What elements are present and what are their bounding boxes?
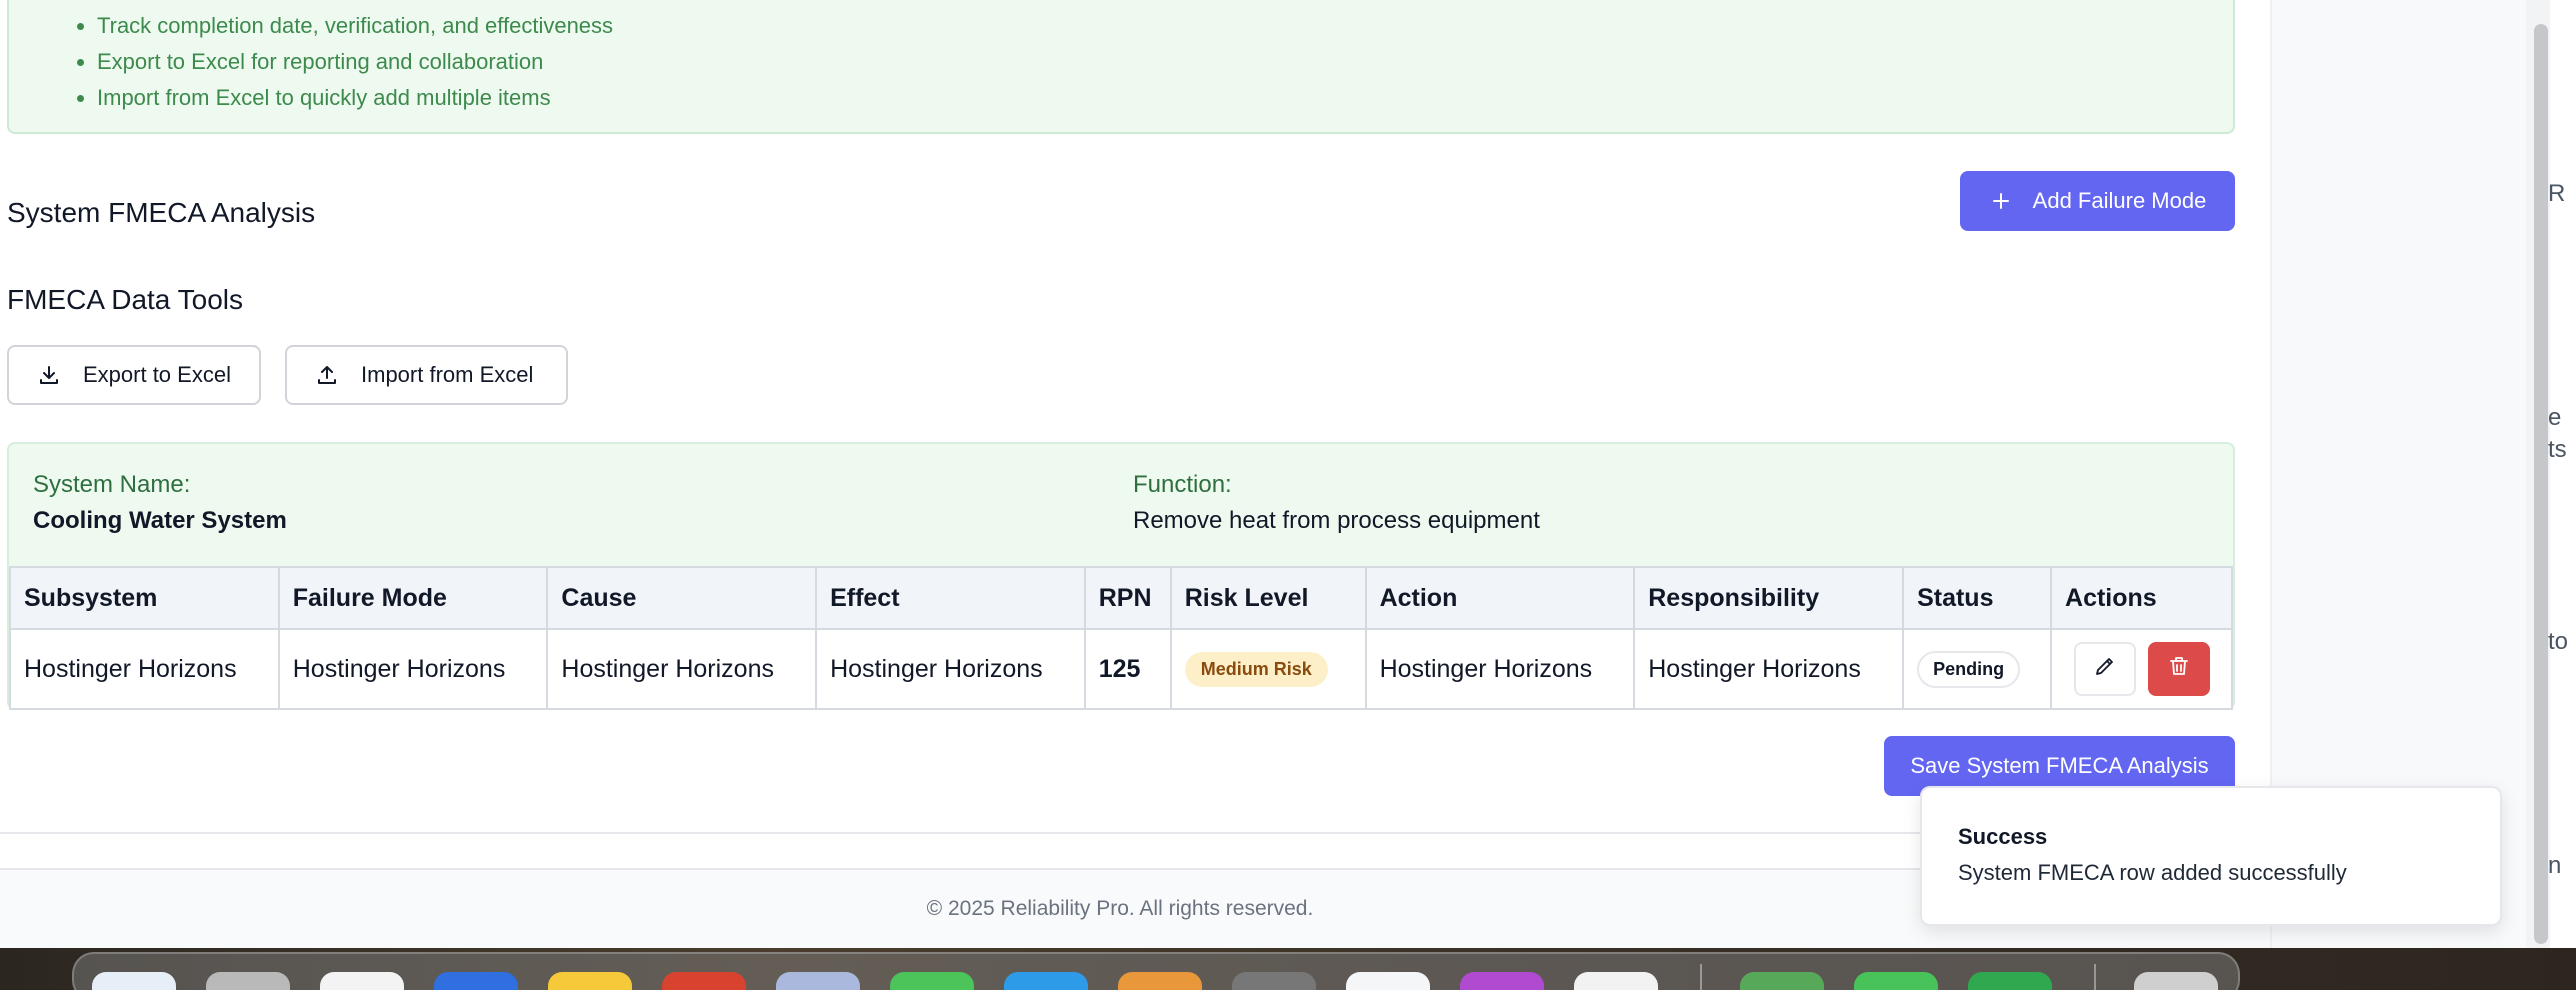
import-excel-label: Import from Excel	[361, 362, 534, 387]
mail-icon[interactable]	[434, 972, 518, 990]
cell-risk-level: Medium Risk	[1169, 628, 1367, 710]
toast-title: Success	[1958, 824, 2048, 849]
plus-icon	[1989, 189, 2013, 213]
success-toast: Success System FMECA row added successfu…	[1920, 786, 2502, 926]
settings-icon[interactable]	[1232, 972, 1316, 990]
pencil-icon	[2093, 654, 2117, 685]
cell-cause: Hostinger Horizons	[546, 628, 818, 710]
messages-icon[interactable]	[890, 972, 974, 990]
cell-responsibility: Hostinger Horizons	[1633, 628, 1905, 710]
status-badge: Pending	[1917, 650, 2021, 688]
calendar-icon[interactable]	[1346, 972, 1430, 990]
header-subsystem: Subsystem	[9, 566, 280, 630]
cell-effect: Hostinger Horizons	[815, 628, 1086, 710]
podcasts-icon[interactable]	[1460, 972, 1544, 990]
delete-button[interactable]	[2147, 642, 2210, 696]
download-icon	[37, 363, 61, 387]
cell-subsystem: Hostinger Horizons	[9, 628, 280, 710]
add-failure-mode-button[interactable]: Add Failure Mode	[1960, 171, 2235, 231]
feature-item: Export to Excel for reporting and collab…	[97, 44, 613, 80]
import-excel-button[interactable]: Import from Excel	[285, 345, 568, 405]
header-responsibility: Responsibility	[1633, 566, 1905, 630]
cell-action: Hostinger Horizons	[1364, 628, 1636, 710]
edge-text: n	[2548, 852, 2562, 879]
cell-status: Pending	[1902, 628, 2053, 710]
analysis-title: System FMECA Analysis	[7, 197, 316, 228]
edit-button[interactable]	[2073, 642, 2136, 696]
feature-list: Track completion date, verification, and…	[97, 8, 613, 116]
facetime-icon[interactable]	[1854, 972, 1938, 990]
trash-icon[interactable]	[2134, 972, 2218, 990]
edge-text: to	[2548, 628, 2569, 655]
feature-info-box: Track completion date, verification, and…	[7, 0, 2235, 134]
header-actions: Actions	[2050, 566, 2233, 630]
header-rpn: RPN	[1083, 566, 1172, 630]
function-value: Remove heat from process equipment	[1133, 507, 1540, 534]
numbers-icon[interactable]	[1968, 972, 2052, 990]
toast-message: System FMECA row added successfully	[1958, 860, 2347, 885]
cell-rpn: 125	[1083, 628, 1172, 710]
row-actions	[2065, 642, 2218, 696]
footer-copyright: © 2025 Reliability Pro. All rights reser…	[926, 897, 1314, 920]
notes-icon[interactable]	[548, 972, 632, 990]
edge-text: e	[2548, 404, 2562, 431]
pages-icon[interactable]	[1118, 972, 1202, 990]
photos-icon[interactable]	[320, 972, 404, 990]
fmeca-table: Subsystem Failure Mode Cause Effect RPN …	[9, 566, 2233, 710]
tools-title: FMECA Data Tools	[7, 284, 244, 315]
edge-text: R	[2548, 180, 2566, 207]
header-cause: Cause	[546, 566, 818, 630]
dock-separator	[2094, 964, 2096, 990]
safari-icon[interactable]	[1574, 972, 1658, 990]
trash-icon	[2167, 654, 2191, 685]
upload-icon	[315, 363, 339, 387]
maps-icon[interactable]	[1740, 972, 1824, 990]
header-status: Status	[1902, 566, 2053, 630]
export-excel-button[interactable]: Export to Excel	[7, 345, 261, 405]
export-excel-label: Export to Excel	[83, 362, 231, 387]
launchpad-icon[interactable]	[206, 972, 290, 990]
chrome-icon[interactable]	[662, 972, 746, 990]
function-label: Function:	[1133, 471, 1232, 498]
dock-separator	[1700, 964, 1702, 990]
appstore-icon[interactable]	[1004, 972, 1088, 990]
header-effect: Effect	[815, 566, 1086, 630]
system-name-label: System Name:	[33, 471, 191, 498]
edge-text: ts	[2548, 436, 2567, 463]
preview-icon[interactable]	[776, 972, 860, 990]
cell-failure-mode: Hostinger Horizons	[277, 628, 549, 710]
feature-item: Track completion date, verification, and…	[97, 8, 613, 44]
table-row: Hostinger Horizons Hostinger Horizons Ho…	[9, 628, 2233, 710]
cell-actions	[2050, 628, 2233, 710]
add-failure-mode-label: Add Failure Mode	[2032, 188, 2207, 213]
finder-icon[interactable]	[92, 972, 176, 990]
scrollbar[interactable]	[2534, 24, 2548, 944]
risk-badge: Medium Risk	[1184, 651, 1328, 687]
header-failure-mode: Failure Mode	[277, 566, 549, 630]
header-action: Action	[1364, 566, 1636, 630]
feature-item: Import from Excel to quickly add multipl…	[97, 80, 613, 116]
table-header-row: Subsystem Failure Mode Cause Effect RPN …	[9, 566, 2233, 630]
system-name-value: Cooling Water System	[33, 507, 287, 534]
header-risk-level: Risk Level	[1169, 566, 1367, 630]
